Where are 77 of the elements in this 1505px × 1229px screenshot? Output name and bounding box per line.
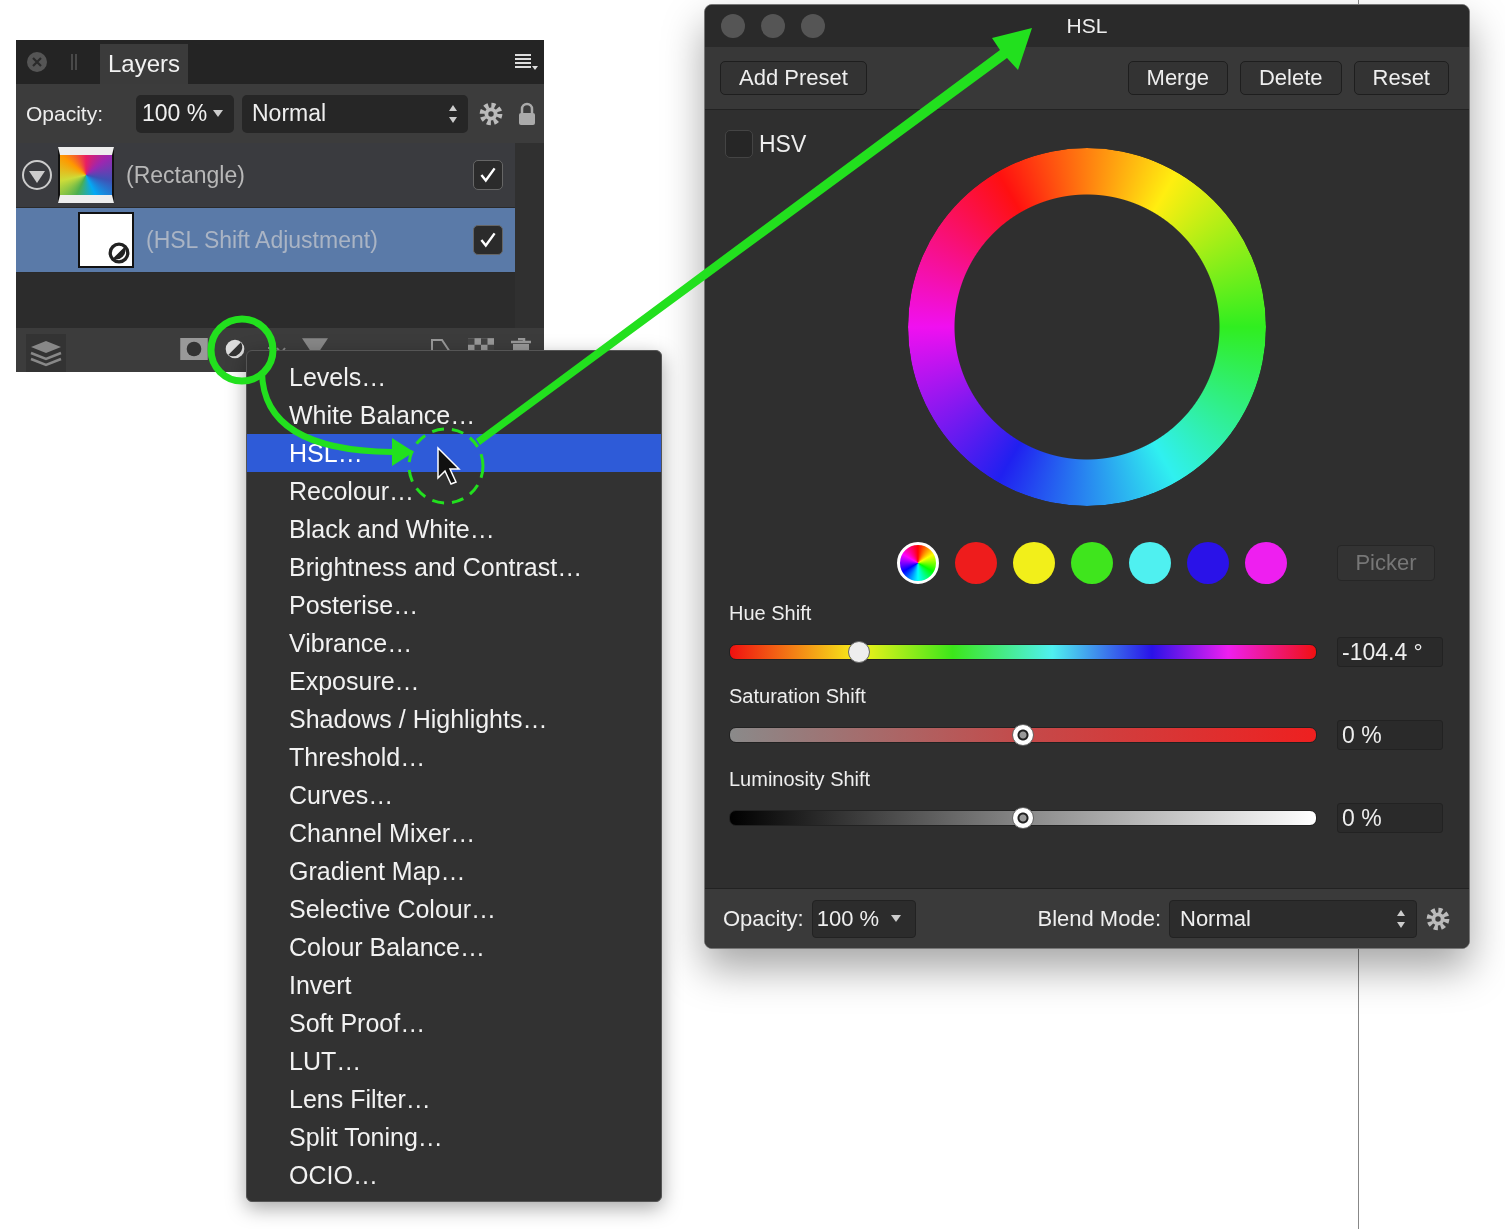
color-swatch[interactable] [1071, 542, 1113, 584]
opacity-dropdown[interactable]: 100 % [811, 899, 916, 938]
color-swatch[interactable] [1245, 542, 1287, 584]
slider-thumb[interactable] [847, 641, 870, 663]
layer-name: (HSL Shift Adjustment) [146, 226, 379, 254]
menu-item[interactable]: Posterise… [247, 586, 661, 624]
value-field[interactable]: 0 % [1337, 803, 1443, 833]
caret-icon [213, 109, 224, 118]
menu-item[interactable]: Invert [247, 966, 661, 1004]
visibility-checkbox[interactable] [473, 225, 503, 255]
slider-track[interactable] [729, 644, 1317, 660]
menu-icon[interactable] [514, 52, 538, 72]
lock-icon[interactable] [518, 101, 536, 126]
menu-item[interactable]: Black and White… [247, 510, 661, 548]
opacity-label: Opacity: [26, 101, 105, 126]
menu-item[interactable]: Recolour… [247, 472, 661, 510]
cursor-icon [437, 446, 461, 485]
menu-item[interactable]: Vibrance… [247, 624, 661, 662]
color-swatch[interactable] [955, 542, 997, 584]
settings-icon[interactable] [478, 100, 504, 127]
slider-thumb[interactable] [1012, 724, 1034, 746]
opacity-label: Opacity: [723, 905, 804, 932]
menu-item[interactable]: Threshold… [247, 738, 661, 776]
menu-item[interactable]: Channel Mixer… [247, 814, 661, 852]
layer-name: (Rectangle) [126, 161, 246, 189]
mask-icon[interactable] [180, 338, 208, 360]
slider-track[interactable] [729, 810, 1317, 826]
toolbar-button[interactable]: Merge [1127, 61, 1228, 95]
hsv-label: HSV [759, 130, 807, 158]
menu-item[interactable]: Levels… [247, 358, 661, 396]
layer-row[interactable]: (Rectangle) [16, 143, 515, 208]
color-swatch[interactable] [1013, 542, 1055, 584]
adjustment-thumbnail [78, 212, 134, 268]
color-swatch[interactable] [1187, 542, 1229, 584]
menu-item[interactable]: Curves… [247, 776, 661, 814]
menu-item[interactable]: Lens Filter… [247, 1080, 661, 1118]
visibility-checkbox[interactable] [473, 160, 503, 190]
blend-mode-dropdown[interactable]: Normal [1169, 899, 1417, 938]
layers-button[interactable] [26, 334, 66, 372]
slider-thumb[interactable] [1012, 807, 1034, 829]
menu-item[interactable]: Gradient Map… [247, 852, 661, 890]
color-swatch[interactable] [1129, 542, 1171, 584]
toolbar-button[interactable]: Delete [1239, 61, 1342, 95]
layers-tab[interactable]: Layers [100, 44, 189, 84]
menu-item[interactable]: Selective Colour… [247, 890, 661, 928]
value-field[interactable]: -104.4 ° [1337, 637, 1443, 667]
expand-icon[interactable] [21, 159, 53, 191]
menu-item[interactable]: HSL… [247, 434, 661, 472]
menu-item[interactable]: White Balance… [247, 396, 661, 434]
menu-item[interactable]: Soft Proof… [247, 1004, 661, 1042]
gradient-thumbnail [58, 147, 114, 203]
color-wheel-swatch[interactable] [897, 542, 939, 584]
toolbar-button[interactable]: Reset [1353, 61, 1449, 95]
blend-mode-label: Blend Mode: [1037, 905, 1161, 932]
menu-item[interactable]: LUT… [247, 1042, 661, 1080]
menu-item[interactable]: Colour Balance… [247, 928, 661, 966]
window-title: HSL [1066, 14, 1108, 38]
menu-item[interactable]: Brightness and Contrast… [247, 548, 661, 586]
hsv-checkbox[interactable] [725, 130, 753, 158]
slider-label: Hue Shift [729, 602, 813, 625]
slider-track[interactable] [729, 727, 1317, 743]
settings-icon[interactable] [1425, 905, 1451, 932]
menu-item[interactable]: Shadows / Highlights… [247, 700, 661, 738]
stepper-arrows-icon [448, 103, 458, 124]
toolbar-button[interactable]: Add Preset [720, 61, 867, 95]
value-field[interactable]: 0 % [1337, 720, 1443, 750]
opacity-dropdown[interactable]: 100 % [136, 94, 234, 133]
highlight-circle [207, 315, 277, 385]
menu-item[interactable]: Exposure… [247, 662, 661, 700]
menu-item[interactable]: OCIO… [247, 1156, 661, 1194]
slider-label: Saturation Shift [729, 685, 867, 708]
caret-icon [891, 914, 902, 923]
slider-label: Luminosity Shift [729, 768, 872, 791]
stepper-arrows-icon [1396, 908, 1406, 929]
menu-item[interactable]: Split Toning… [247, 1118, 661, 1156]
grip-icon[interactable] [70, 52, 78, 72]
blend-mode-dropdown[interactable]: Normal [242, 94, 468, 133]
